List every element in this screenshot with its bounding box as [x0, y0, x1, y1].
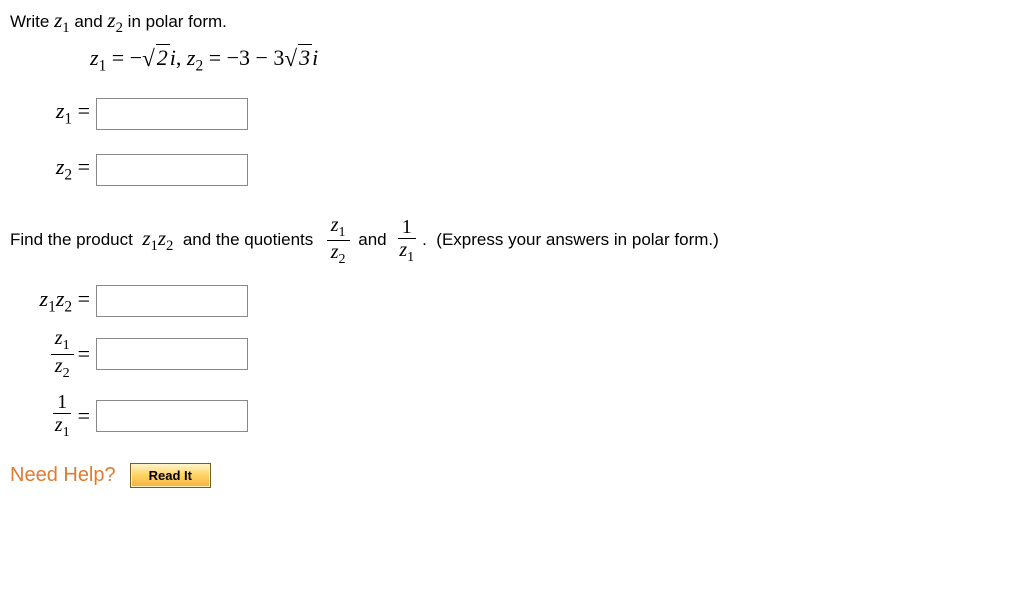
label-z1: z1 = — [20, 98, 90, 128]
prompt-1-prefix: Write — [10, 12, 54, 31]
lbl-z1z2-s1: 1 — [48, 299, 56, 316]
answer-row-z1: z1 = — [20, 98, 1014, 130]
lbl-z1-sub: 1 — [64, 111, 72, 128]
lbl-z1z2-z1: z — [40, 286, 49, 311]
p2-frac1: z1 z2 — [327, 214, 350, 268]
answer-row-z1-over-z2: z1 z2 = — [20, 327, 1014, 381]
answer-row-1-over-z1: 1 z1 = — [20, 391, 1014, 440]
p2-a: Find the product — [10, 230, 142, 250]
g-z1-rad: 2 — [156, 44, 170, 70]
lbl-f1-num-s: 1 — [63, 338, 70, 353]
g-comma: , — [176, 45, 187, 70]
lbl-z1z2-s2: 2 — [64, 299, 72, 316]
g-z1-neg: − — [130, 45, 142, 70]
p2-f1-num-s: 1 — [339, 225, 346, 240]
input-z1-over-z2[interactable] — [96, 338, 248, 370]
g-z2-i: i — [312, 45, 318, 70]
answer-group-2: z1z2 = z1 z2 = 1 z1 = — [10, 285, 1014, 440]
lbl-f1-den-z: z — [55, 355, 63, 377]
answer-row-z1z2: z1z2 = — [20, 285, 1014, 317]
help-label: Need Help? — [10, 464, 116, 487]
p2-prod-z2: z — [158, 226, 166, 250]
lbl-frac1: z1 z2 — [51, 327, 74, 381]
lbl-f1-eq: = — [78, 341, 90, 367]
z2-var: z — [107, 8, 115, 32]
g-z1-z: z — [90, 45, 99, 70]
input-z1[interactable] — [96, 98, 248, 130]
input-z2[interactable] — [96, 154, 248, 186]
g-z2-rad: 3 — [298, 44, 312, 70]
p2-f1-den-s: 2 — [339, 252, 346, 267]
sqrt-icon-2: √3 — [284, 45, 312, 72]
p2-f2-den-s: 1 — [407, 250, 414, 265]
lbl-z2-eq: = — [72, 154, 90, 179]
p2-hint: (Express your answers in polar form.) — [436, 230, 718, 250]
prompt-1-suffix: in polar form. — [123, 12, 227, 31]
lbl-f2-den-z: z — [55, 414, 63, 436]
p2-f1-den-z: z — [331, 241, 339, 263]
p2-f1-num-z: z — [331, 214, 339, 236]
label-z2: z2 = — [20, 154, 90, 184]
label-z1z2: z1z2 = — [20, 286, 90, 316]
p2-and: and — [354, 230, 392, 250]
input-z1z2[interactable] — [96, 285, 248, 317]
p2-f2-num: 1 — [398, 216, 416, 239]
lbl-f2-eq: = — [78, 403, 90, 429]
sqrt-icon: √2 — [142, 45, 170, 72]
prompt-1-mid: and — [70, 12, 108, 31]
help-row: Need Help? Read It — [10, 463, 1014, 488]
read-it-button[interactable]: Read It — [130, 463, 211, 488]
lbl-f2-den-s: 1 — [63, 425, 70, 440]
lbl-frac2: 1 z1 — [51, 391, 74, 440]
g-z2-rhs-a: = −3 − 3 — [203, 45, 284, 70]
p2-prod: z1z2 — [142, 226, 173, 255]
g-eq1: = — [106, 45, 129, 70]
label-z1-over-z2: z1 z2 = — [20, 327, 90, 381]
lbl-z1z2-eq: = — [72, 286, 90, 311]
answer-row-z2: z2 = — [20, 154, 1014, 186]
prompt-1: Write z1 and z2 in polar form. — [10, 8, 1014, 37]
p2-prod-s2: 2 — [166, 238, 173, 254]
given-equations: z1 = −√2i, z2 = −3 − 3√3i — [90, 45, 1014, 75]
input-1-over-z1[interactable] — [96, 400, 248, 432]
lbl-f2-num: 1 — [53, 391, 71, 414]
lbl-z1-eq: = — [72, 98, 90, 123]
lbl-f1-num-z: z — [55, 327, 63, 349]
p2-f2-den-z: z — [399, 239, 407, 261]
label-1-over-z1: 1 z1 = — [20, 391, 90, 440]
p2-b: and the quotients — [173, 230, 322, 250]
p2-prod-s1: 1 — [151, 238, 158, 254]
z2-sub: 2 — [116, 20, 123, 36]
p2-frac2: 1 z1 — [395, 216, 418, 265]
p2-period: . — [422, 230, 436, 250]
prompt-2: Find the product z1z2 and the quotients … — [10, 214, 1014, 268]
lbl-f1-den-s: 2 — [63, 366, 70, 381]
p2-prod-z1: z — [142, 226, 150, 250]
lbl-z2-sub: 2 — [64, 167, 72, 184]
z1-sub: 1 — [62, 20, 69, 36]
